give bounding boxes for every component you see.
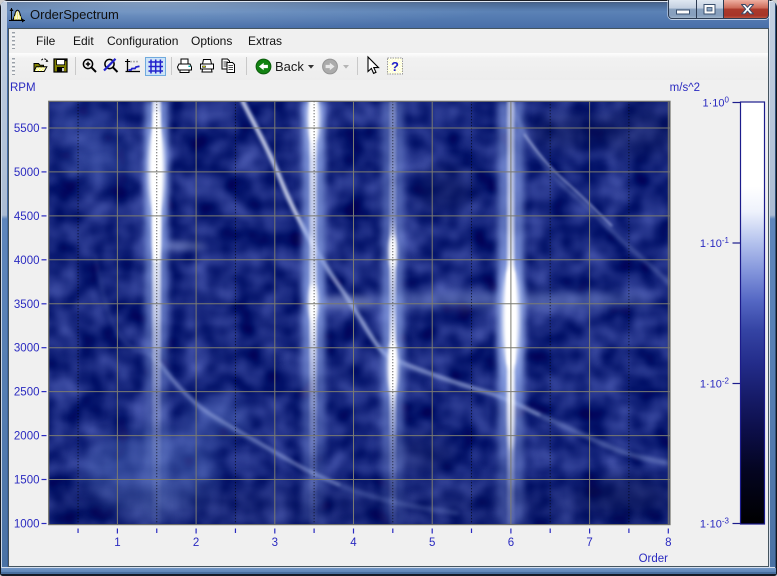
svg-text:1: 1 <box>114 537 120 549</box>
svg-text:4500: 4500 <box>14 211 40 223</box>
svg-text:3500: 3500 <box>14 299 40 311</box>
svg-text:1000: 1000 <box>14 519 40 531</box>
svg-text:2: 2 <box>193 537 199 549</box>
svg-text:1·10-1: 1·10-1 <box>700 236 730 250</box>
svg-text:6: 6 <box>508 537 514 549</box>
svg-text:5: 5 <box>429 537 435 549</box>
svg-text:5500: 5500 <box>14 123 40 135</box>
svg-text:7: 7 <box>586 537 592 549</box>
svg-text:2000: 2000 <box>14 431 40 443</box>
svg-text:4: 4 <box>350 537 357 549</box>
svg-text:Order: Order <box>639 553 669 565</box>
svg-text:Back: Back <box>275 59 304 74</box>
svg-text:5000: 5000 <box>14 167 40 179</box>
svg-text:3: 3 <box>272 537 278 549</box>
svg-text:m/s^2: m/s^2 <box>670 82 700 94</box>
svg-text:2500: 2500 <box>14 387 40 399</box>
svg-text:4000: 4000 <box>14 255 40 267</box>
svg-text:1·10-2: 1·10-2 <box>700 377 730 391</box>
svg-text:1·10-3: 1·10-3 <box>700 517 730 531</box>
svg-text:?: ? <box>391 59 399 74</box>
svg-text:RPM: RPM <box>10 82 36 94</box>
svg-text:8: 8 <box>665 537 671 549</box>
svg-text:1500: 1500 <box>14 475 40 487</box>
svg-text:1·100: 1·100 <box>703 96 730 110</box>
svg-text:3000: 3000 <box>14 343 40 355</box>
